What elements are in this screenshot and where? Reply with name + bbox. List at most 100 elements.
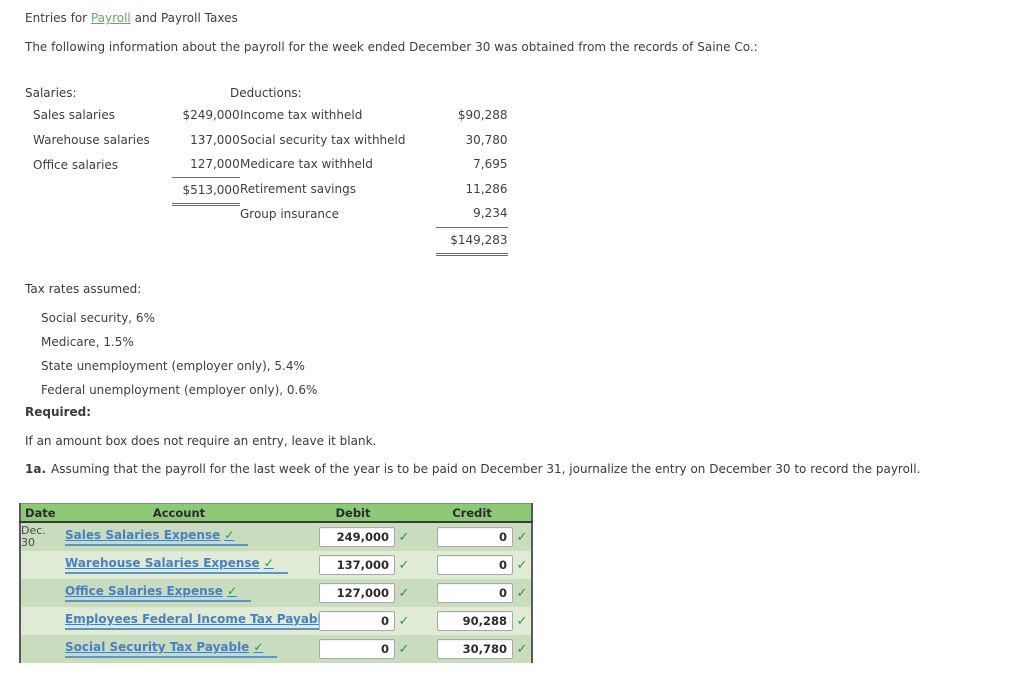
account-label: Social Security Tax Payable <box>65 640 250 654</box>
deductions-heading: Deductions: <box>230 86 302 100</box>
account-label: Sales Salaries Expense <box>65 528 221 542</box>
journal-account-cell: Sales Salaries Expense ✓ <box>65 522 293 551</box>
debit-input[interactable]: 0 <box>319 639 395 659</box>
payroll-link[interactable]: Payroll <box>91 11 131 25</box>
intro-paragraph: The following information about the payr… <box>25 40 758 54</box>
journal-date-cell <box>20 607 65 635</box>
account-select-warehouse-salaries-expense[interactable]: Warehouse Salaries Expense ✓ <box>65 556 288 574</box>
check-icon: ✓ <box>516 613 528 629</box>
salaries-heading: Salaries: <box>25 86 77 100</box>
debit-input[interactable]: 249,000 <box>319 527 395 547</box>
account-select-sales-salaries-expense[interactable]: Sales Salaries Expense ✓ <box>65 528 249 546</box>
table-row: Group insurance 9,234 <box>240 201 508 228</box>
journal-credit-cell: 0 ✓ <box>413 579 532 607</box>
check-icon: ✓ <box>224 528 235 542</box>
debit-input[interactable]: 127,000 <box>319 583 395 603</box>
journal-debit-cell: 137,000 ✓ <box>293 551 413 579</box>
table-row: Social Security Tax Payable ✓ 0 ✓ 30,780 ✓ <box>20 635 532 663</box>
account-select-employees-federal-income-tax-payable[interactable]: Employees Federal Income Tax Payable✓ <box>65 612 358 630</box>
check-icon: ✓ <box>516 557 528 573</box>
deduction-label: Income tax withheld <box>240 108 363 123</box>
credit-input[interactable]: 30,780 <box>437 639 513 659</box>
table-row: Office Salaries Expense ✓ 127,000 ✓ 0 ✓ <box>20 579 532 607</box>
date-day: 30 <box>21 536 35 549</box>
table-row: Sales salaries $249,000 <box>33 103 240 128</box>
credit-input[interactable]: 90,288 <box>437 611 513 631</box>
deduction-amount: 11,286 <box>465 181 508 196</box>
column-header-date: Date <box>20 503 65 523</box>
salaries-label: Office salaries <box>33 157 119 172</box>
journal-date-cell <box>20 635 65 663</box>
check-icon: ✓ <box>398 529 410 545</box>
check-icon: ✓ <box>253 640 264 654</box>
list-item: State unemployment (employer only), 5.4% <box>41 359 305 373</box>
check-icon: ✓ <box>398 557 410 573</box>
journal-credit-cell: 30,780 ✓ <box>413 635 532 663</box>
page-title-prefix: Entries for <box>25 11 91 25</box>
salaries-label: Sales salaries <box>33 108 115 123</box>
salaries-total-row: $513,000 <box>33 176 240 206</box>
journal-date-cell: Dec. 30 <box>20 522 65 551</box>
check-icon: ✓ <box>263 556 274 570</box>
page-title: Entries for Payroll and Payroll Taxes <box>25 11 238 25</box>
deductions-total-row: $149,283 <box>240 227 508 256</box>
list-item: Social security, 6% <box>41 311 155 325</box>
journal-credit-cell: 90,288 ✓ <box>413 607 532 635</box>
check-icon: ✓ <box>398 613 410 629</box>
column-header-credit: Credit <box>413 503 532 523</box>
journal-date-cell <box>20 551 65 579</box>
table-row: Social security tax withheld 30,780 <box>240 128 508 153</box>
deduction-label: Retirement savings <box>240 181 356 196</box>
salaries-table: Sales salaries $249,000 Warehouse salari… <box>33 103 240 206</box>
table-row: Office salaries 127,000 <box>33 152 240 177</box>
deductions-total-label <box>240 227 436 255</box>
deduction-amount: 30,780 <box>465 132 508 147</box>
table-row: Medicare tax withheld 7,695 <box>240 152 508 177</box>
deduction-amount: $90,288 <box>457 108 508 123</box>
question-text: Assuming that the payroll for the last w… <box>51 462 921 476</box>
required-heading: Required: <box>25 405 92 419</box>
account-select-office-salaries-expense[interactable]: Office Salaries Expense ✓ <box>65 584 252 602</box>
check-icon: ✓ <box>226 584 238 598</box>
list-item: Medicare, 1.5% <box>41 335 134 349</box>
journal-header-row: Date Account Debit Credit <box>20 503 532 523</box>
journal-date-cell <box>20 579 65 607</box>
credit-input[interactable]: 0 <box>437 555 513 575</box>
table-row: Retirement savings 11,286 <box>240 177 508 202</box>
journal-account-cell: Office Salaries Expense ✓ <box>65 579 293 607</box>
account-select-social-security-tax-payable[interactable]: Social Security Tax Payable ✓ <box>65 640 278 658</box>
debit-input[interactable]: 137,000 <box>319 555 395 575</box>
credit-input[interactable]: 0 <box>437 583 513 603</box>
table-row: Dec. 30 Sales Salaries Expense ✓ 249,000 ✓… <box>20 522 532 551</box>
table-row: Warehouse salaries 137,000 <box>33 128 240 153</box>
table-row: Warehouse Salaries Expense ✓ 137,000 ✓ 0 ✓ <box>20 551 532 579</box>
account-label: Employees Federal Income Tax Payable <box>65 612 330 626</box>
journal-debit-cell: 127,000 ✓ <box>293 579 413 607</box>
list-item: Federal unemployment (employer only), 0.… <box>41 383 318 397</box>
check-icon: ✓ <box>398 585 410 601</box>
journal-account-cell: Warehouse Salaries Expense ✓ <box>65 551 293 579</box>
deduction-label: Social security tax withheld <box>240 132 406 147</box>
account-label: Office Salaries Expense <box>65 584 223 598</box>
journal-credit-cell: 0 ✓ <box>413 522 532 551</box>
tax-rates-list: Social security, 6% Medicare, 1.5% State… <box>41 306 317 402</box>
question-number: 1a. <box>25 462 47 476</box>
journal-debit-cell: 0 ✓ <box>293 635 413 663</box>
salaries-amount: 127,000 <box>190 157 240 172</box>
debit-input[interactable]: 0 <box>319 611 395 631</box>
column-header-account: Account <box>65 503 293 523</box>
journal-account-cell: Social Security Tax Payable ✓ <box>65 635 293 663</box>
salaries-total-amount: $513,000 <box>171 176 240 206</box>
table-row: Income tax withheld $90,288 <box>240 103 508 128</box>
question-1a: 1a. Assuming that the payroll for the las… <box>25 462 920 476</box>
credit-input[interactable]: 0 <box>437 527 513 547</box>
check-icon: ✓ <box>516 585 528 601</box>
deduction-amount: 9,234 <box>435 201 508 228</box>
salaries-amount: $249,000 <box>182 108 240 123</box>
journal-account-cell: Employees Federal Income Tax Payable✓ <box>65 607 358 635</box>
journal-entry-table: Date Account Debit Credit Dec. 30 Sales … <box>19 503 533 663</box>
journal-credit-cell: 0 ✓ <box>413 551 532 579</box>
deduction-label: Group insurance <box>240 207 340 221</box>
salaries-amount: 137,000 <box>190 132 240 147</box>
blank-entry-note: If an amount box does not require an ent… <box>25 434 377 448</box>
